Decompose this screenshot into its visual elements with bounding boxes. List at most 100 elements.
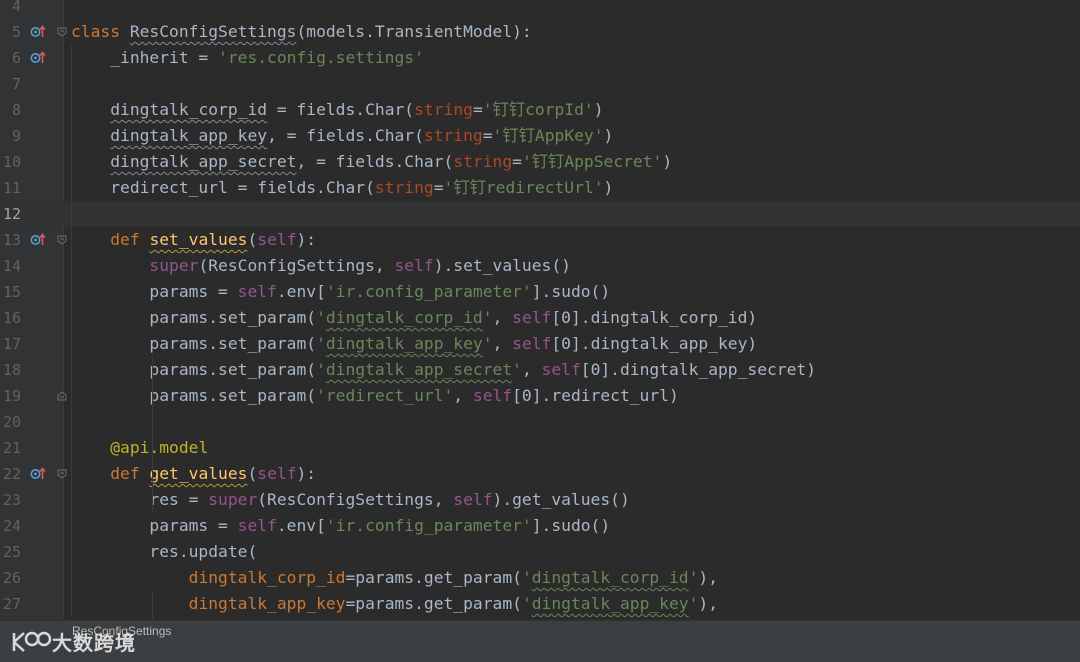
code-text[interactable]: params.set_param('dingtalk_corp_id', sel… [71, 305, 757, 331]
indent-guide [152, 357, 153, 513]
code-text[interactable]: @api.model [71, 435, 208, 461]
code-token: dingtalk_app_secret [110, 152, 297, 171]
code-line[interactable]: 22 def get_values(self): [0, 461, 1080, 487]
code-token: def [110, 230, 150, 249]
code-token: , [453, 386, 473, 405]
fold-open-icon[interactable] [57, 27, 67, 37]
line-number: 23 [2, 491, 21, 509]
code-token: .env[ [276, 516, 326, 535]
code-line[interactable]: 18 params.set_param('dingtalk_app_secret… [0, 357, 1080, 383]
line-number: 24 [2, 517, 21, 535]
code-text[interactable]: params = self.env['ir.config_parameter']… [71, 513, 610, 539]
code-token: super [208, 490, 258, 509]
override-method-icon[interactable] [30, 233, 46, 247]
code-text[interactable]: dingtalk_app_key=params.get_param('dingt… [71, 591, 718, 617]
code-line[interactable]: 15 params = self.env['ir.config_paramete… [0, 279, 1080, 305]
code-text[interactable]: class ResConfigSettings(models.Transient… [71, 19, 532, 45]
code-text[interactable]: params = self.env['ir.config_parameter']… [71, 279, 610, 305]
code-text[interactable]: params.set_param('dingtalk_app_key', sel… [71, 331, 757, 357]
code-line[interactable]: 7 [0, 71, 1080, 97]
code-token: = [482, 126, 493, 145]
code-text[interactable]: dingtalk_corp_id = fields.Char(string='钉… [71, 97, 604, 123]
code-token: 'redirect_url' [316, 386, 454, 405]
code-token: '钉钉AppSecret' [521, 152, 663, 171]
override-method-icon[interactable] [30, 467, 46, 481]
code-text[interactable]: res.update( [71, 539, 257, 565]
line-number: 11 [2, 179, 21, 197]
code-token: ) [662, 152, 673, 171]
line-number: 27 [2, 595, 21, 613]
code-line[interactable]: 6 _inherit = 'res.config.settings' [0, 45, 1080, 71]
code-token: = [512, 152, 522, 171]
code-line[interactable]: 17 params.set_param('dingtalk_app_key', … [0, 331, 1080, 357]
code-token: redirect_url = fields.Char( [71, 178, 375, 197]
code-text[interactable]: params.set_param('dingtalk_app_secret', … [71, 357, 816, 383]
code-token: self [472, 386, 513, 405]
code-text[interactable]: dingtalk_app_key, = fields.Char(string='… [71, 123, 613, 149]
code-token: self [512, 334, 552, 353]
code-line[interactable]: 23 res = super(ResConfigSettings, self).… [0, 487, 1080, 513]
code-token: (models.TransientModel): [296, 22, 532, 41]
code-text[interactable]: params.set_param('redirect_url', self[0]… [71, 383, 678, 409]
code-token: res = [71, 490, 209, 509]
code-text[interactable]: dingtalk_app_secret, = fields.Char(strin… [71, 149, 672, 175]
code-text[interactable]: dingtalk_corp_id=params.get_param('dingt… [71, 565, 718, 591]
code-line[interactable]: 14 super(ResConfigSettings, self).set_va… [0, 253, 1080, 279]
line-number: 16 [2, 309, 21, 327]
code-token: ).get_values() [492, 490, 630, 509]
code-token: self [237, 516, 277, 535]
code-line[interactable]: 26 dingtalk_corp_id=params.get_param('di… [0, 565, 1080, 591]
code-token: self [257, 464, 297, 483]
code-token: res.update( [71, 542, 258, 561]
code-line[interactable]: 19 params.set_param('redirect_url', self… [0, 383, 1080, 409]
code-token: params.set_param( [71, 360, 317, 379]
code-line[interactable]: 10 dingtalk_app_secret, = fields.Char(st… [0, 149, 1080, 175]
code-line[interactable]: 4 [0, 0, 1080, 19]
code-line[interactable]: 16 params.set_param('dingtalk_corp_id', … [0, 305, 1080, 331]
code-line[interactable]: 12 [0, 201, 1080, 227]
code-token: [0].dingtalk_corp_id) [551, 308, 758, 327]
fold-open-icon[interactable] [57, 469, 67, 479]
watermark-text: 大数跨境 [52, 633, 136, 655]
code-token: =params.get_param( [345, 568, 522, 587]
code-text[interactable]: redirect_url = fields.Char(string='钉钉red… [71, 175, 613, 201]
code-line[interactable]: 25 res.update( [0, 539, 1080, 565]
code-token: dingtalk_app_key [531, 594, 689, 613]
code-line[interactable]: 20 [0, 409, 1080, 435]
code-line[interactable]: 8 dingtalk_corp_id = fields.Char(string=… [0, 97, 1080, 123]
code-line[interactable]: 5 class ResConfigSettings(models.Transien… [0, 19, 1080, 45]
code-token: ) [593, 100, 604, 119]
code-editor[interactable]: 4 5 class ResConfigSettings(models.Transie… [0, 0, 1080, 620]
code-token: dingtalk_corp_id [110, 100, 268, 119]
line-number: 8 [11, 101, 21, 119]
code-token: 'ir.config_parameter' [325, 282, 532, 301]
line-number: 25 [2, 543, 21, 561]
line-number: 10 [2, 153, 21, 171]
code-token: ' [316, 308, 326, 327]
override-method-icon[interactable] [30, 51, 46, 65]
code-token: ( [247, 230, 258, 249]
code-token: , = fields.Char( [267, 126, 424, 145]
fold-open-icon[interactable] [57, 235, 67, 245]
code-token: [0].dingtalk_app_secret) [580, 360, 817, 379]
line-number: 6 [11, 49, 21, 67]
code-text[interactable]: def get_values(self): [71, 461, 316, 487]
line-number: 18 [2, 361, 21, 379]
code-line[interactable]: 9 dingtalk_app_key, = fields.Char(string… [0, 123, 1080, 149]
code-text[interactable]: def set_values(self): [71, 227, 316, 253]
code-text[interactable]: res = super(ResConfigSettings, self).get… [71, 487, 630, 513]
code-line[interactable]: 24 params = self.env['ir.config_paramete… [0, 513, 1080, 539]
code-line[interactable]: 11 redirect_url = fields.Char(string='钉钉… [0, 175, 1080, 201]
line-number: 22 [2, 465, 21, 483]
code-token: ' [482, 308, 493, 327]
code-token: ' [316, 360, 326, 379]
code-text[interactable]: _inherit = 'res.config.settings' [71, 45, 424, 71]
override-method-icon[interactable] [30, 25, 46, 39]
code-line[interactable]: 27 dingtalk_app_key=params.get_param('di… [0, 591, 1080, 617]
code-token: dingtalk_corp_id [531, 568, 689, 587]
code-line[interactable]: 21 @api.model [0, 435, 1080, 461]
code-line[interactable]: 13 def set_values(self): [0, 227, 1080, 253]
fold-close-icon[interactable] [57, 391, 67, 401]
code-token: ).set_values() [433, 256, 571, 275]
code-text[interactable]: super(ResConfigSettings, self).set_value… [71, 253, 571, 279]
